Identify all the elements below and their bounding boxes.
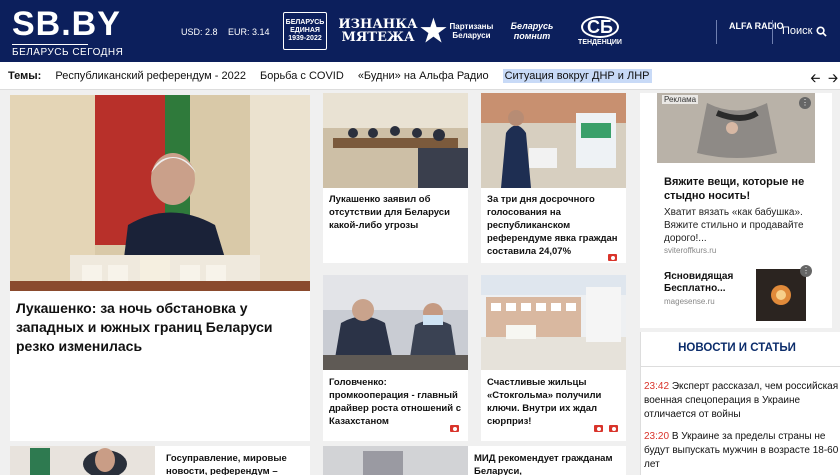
ad-text: Хватит вязать «как бабушка». Вяжите стил… <box>664 207 804 244</box>
ad2-image <box>756 269 806 321</box>
logo-text: SB.BY <box>12 5 121 43</box>
partner-label: ИЗНАНКА МЯТЕЖА <box>338 17 418 45</box>
news-card[interactable]: Счастливые жильцы «Стокгольма» получили … <box>481 275 626 441</box>
divider <box>772 20 773 44</box>
more-options-icon[interactable]: ⋮ <box>799 97 811 109</box>
site-header: SB.BY БЕЛАРУСЬ СЕГОДНЯ USD: 2.8 EUR: 3.1… <box>0 0 840 62</box>
partner-belarus-pomnit[interactable]: Беларусь помнит <box>504 12 560 50</box>
card-image <box>323 446 468 475</box>
usd-rate: USD: 2.8 <box>181 27 218 37</box>
news-card[interactable]: Госуправление, мировые новости, референд… <box>10 446 310 475</box>
ad-headline: Вяжите вещи, которые не стыдно носить! <box>664 176 805 202</box>
partner-partizany[interactable]: ★ Партизаны Беларуси <box>420 12 494 50</box>
news-card[interactable]: Головченко: промкооперация - главный дра… <box>323 275 468 441</box>
ad-source: sviteroffkurs.ru <box>664 246 717 255</box>
card-image <box>481 93 626 188</box>
card-image <box>323 275 468 370</box>
card-image <box>481 275 626 370</box>
card-image <box>10 446 155 475</box>
themes-bar: Темы: Республиканский референдум - 2022 … <box>0 62 840 90</box>
partner-label: БЕЛАРУСЬ ЕДИНАЯ 1939-2022 <box>285 19 325 42</box>
ad2-source: magesense.ru <box>664 297 715 306</box>
divider <box>716 20 717 44</box>
ad-block[interactable]: Реклама ⋮ Вяжите вещи, которые не стыдно… <box>640 93 832 328</box>
card-image <box>323 93 468 188</box>
partner-iznanka-myatezha[interactable]: ИЗНАНКА МЯТЕЖА <box>338 12 418 50</box>
card-title: Госуправление, мировые новости, референд… <box>166 453 287 475</box>
camera-icon <box>609 425 618 432</box>
theme-link[interactable]: Республиканский референдум - 2022 <box>55 70 246 82</box>
camera-icon <box>608 254 617 261</box>
search-icon <box>816 25 828 37</box>
news-item[interactable]: 23:20 В Украине за пределы страны не буд… <box>644 430 840 472</box>
news-text: Эксперт рассказал, чем российская военна… <box>644 381 839 420</box>
partner-label: Партизаны Беларуси <box>449 22 494 40</box>
featured-title[interactable]: Лукашенко: за ночь обстановка у западных… <box>10 291 310 441</box>
partner-sb-tendencii[interactable]: СБ ТЕНДЕНЦИИ <box>572 12 628 50</box>
search-button[interactable]: Поиск <box>782 25 828 37</box>
news-card[interactable]: МИД рекомендует гражданам Беларуси, <box>323 446 626 475</box>
ad2-headline: Ясновидящая Бесплатно... <box>664 271 734 294</box>
news-card[interactable]: Лукашенко заявил об отсутствии для Белар… <box>323 93 468 263</box>
search-label: Поиск <box>782 25 813 37</box>
arrow-right-icon[interactable]: 🡢 <box>828 69 838 90</box>
news-panel: НОВОСТИ И СТАТЬИ 23:42 Эксперт рассказал… <box>640 332 840 475</box>
partner-belarus-edinaya[interactable]: БЕЛАРУСЬ ЕДИНАЯ 1939-2022 <box>283 12 327 50</box>
camera-icon <box>450 425 459 432</box>
featured-title-text: Лукашенко: за ночь обстановка у западных… <box>16 300 273 354</box>
partner-label: Беларусь помнит <box>510 21 554 41</box>
eur-rate: EUR: 3.14 <box>228 27 270 37</box>
alfa-radio-link[interactable]: ALFA RADIO <box>729 22 784 31</box>
news-text: В Украине за пределы страны не будут вып… <box>644 431 839 470</box>
radio-label: ALFA RADIO <box>729 21 784 31</box>
star-icon: ★ <box>420 14 447 48</box>
news-time: 23:42 <box>644 381 670 392</box>
partner-label: ТЕНДЕНЦИИ <box>578 39 622 46</box>
logo-subtitle: БЕЛАРУСЬ СЕГОДНЯ <box>12 44 123 58</box>
site-logo[interactable]: SB.BY БЕЛАРУСЬ СЕГОДНЯ <box>12 5 123 58</box>
camera-icon <box>594 425 603 432</box>
card-title: МИД рекомендует гражданам Беларуси, <box>474 453 613 475</box>
themes-label: Темы: <box>8 69 42 82</box>
featured-image[interactable] <box>10 95 310 291</box>
news-panel-title: НОВОСТИ И СТАТЬИ <box>678 342 796 354</box>
card-title: Лукашенко заявил об отсутствии для Белар… <box>329 194 450 231</box>
divider <box>641 366 840 367</box>
theme-link[interactable]: «Будни» на Альфа Радио <box>358 70 489 82</box>
news-time: 23:20 <box>644 431 670 442</box>
news-item[interactable]: 23:42 Эксперт рассказал, чем российская … <box>644 380 840 422</box>
news-card[interactable]: За три дня досрочного голосования на рес… <box>481 93 626 263</box>
more-options-icon[interactable]: ⋮ <box>800 265 812 277</box>
sb-logo: СБ <box>581 16 619 38</box>
ad-label: Реклама <box>662 95 699 104</box>
theme-link-highlighted[interactable]: Ситуация вокруг ДНР и ЛНР <box>502 68 652 83</box>
theme-link[interactable]: Борьба с COVID <box>260 70 344 82</box>
arrow-left-icon[interactable]: 🡠 <box>811 69 821 90</box>
card-title: Головченко: промкооперация - главный дра… <box>329 377 462 427</box>
card-title: Счастливые жильцы «Стокгольма» получили … <box>487 377 602 427</box>
card-title: За три дня досрочного голосования на рес… <box>487 194 618 257</box>
